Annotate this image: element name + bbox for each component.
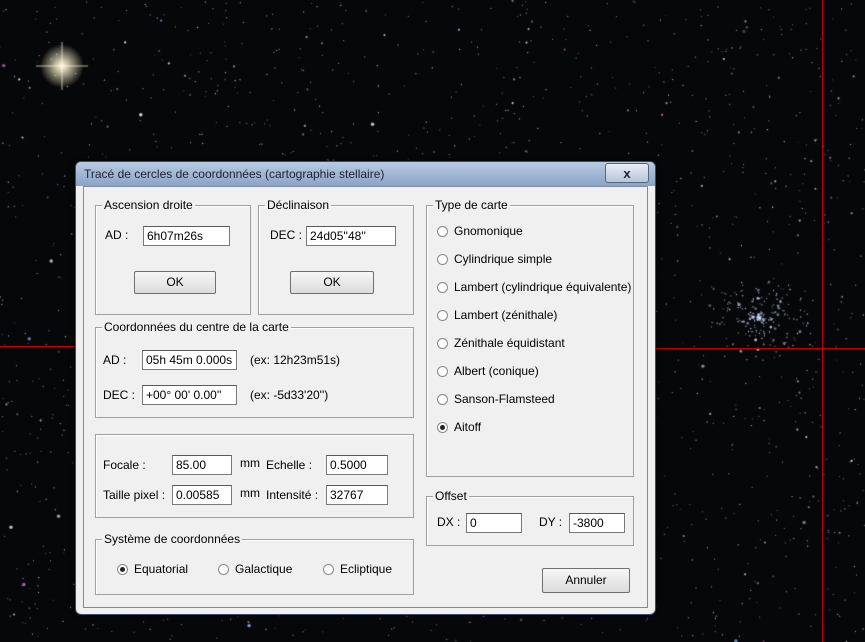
close-button[interactable]: x bbox=[605, 163, 649, 183]
radio-lambert-zenithale-label: Lambert (zénithale) bbox=[454, 308, 558, 322]
offset-dx-label: DX : bbox=[437, 515, 461, 529]
parameters-group: Focale : 85.00 mm Echelle : 0.5000 Taill… bbox=[95, 434, 414, 518]
radio-zenithale-equidistant-label: Zénithale équidistant bbox=[454, 336, 565, 350]
ascension-legend: Ascension droite bbox=[102, 198, 195, 212]
crosshair-horizontal-line-right bbox=[655, 348, 865, 349]
declinaison-legend: Déclinaison bbox=[265, 198, 332, 212]
crosshair-horizontal-line-left bbox=[0, 346, 76, 347]
centre-ad-input[interactable]: 05h 45m 0.000s bbox=[142, 350, 237, 370]
offset-group: Offset DX : 0 DY : -3800 bbox=[426, 489, 634, 546]
centre-dec-label: DEC : bbox=[103, 388, 136, 402]
radio-aitoff-dot bbox=[437, 421, 448, 433]
radio-ecliptique[interactable]: Ecliptique bbox=[323, 562, 392, 576]
declinaison-dec-label: DEC : bbox=[270, 228, 303, 242]
focale-label: Focale : bbox=[103, 458, 146, 472]
radio-albert-conique[interactable]: Albert (conique) bbox=[437, 364, 539, 378]
ascension-ad-input[interactable]: 6h07m26s bbox=[143, 226, 230, 246]
centre-ad-label: AD : bbox=[103, 353, 127, 367]
systeme-legend: Système de coordonnées bbox=[102, 532, 243, 546]
radio-gnomonique[interactable]: Gnomonique bbox=[437, 224, 523, 238]
centre-ad-example: (ex: 12h23m51s) bbox=[250, 353, 341, 367]
offset-dy-input[interactable]: -3800 bbox=[569, 513, 625, 533]
offset-dy-label: DY : bbox=[539, 515, 563, 529]
radio-gnomonique-dot bbox=[437, 225, 448, 237]
radio-cylindrique-simple-label: Cylindrique simple bbox=[454, 252, 553, 266]
cancel-button[interactable]: Annuler bbox=[542, 568, 630, 593]
taille-pixel-unit: mm bbox=[240, 486, 260, 500]
radio-ecliptique-dot bbox=[323, 563, 334, 575]
radio-zenithale-equidistant[interactable]: Zénithale équidistant bbox=[437, 336, 565, 350]
focale-unit: mm bbox=[240, 456, 260, 470]
centre-group: Coordonnées du centre de la carte AD : 0… bbox=[95, 320, 414, 418]
declinaison-ok-button[interactable]: OK bbox=[290, 271, 374, 294]
radio-galactique-label: Galactique bbox=[235, 562, 293, 576]
radio-equatorial-dot bbox=[117, 563, 128, 575]
ascension-ok-button[interactable]: OK bbox=[134, 271, 216, 294]
radio-cylindrique-simple-dot bbox=[437, 253, 448, 265]
radio-sanson-flamsteed-dot bbox=[437, 393, 448, 405]
ascension-ad-label: AD : bbox=[105, 228, 129, 242]
crosshair-vertical-line bbox=[822, 0, 823, 642]
radio-galactique-dot bbox=[218, 563, 229, 575]
radio-zenithale-equidistant-dot bbox=[437, 337, 448, 349]
focale-input[interactable]: 85.00 bbox=[172, 455, 232, 475]
close-icon: x bbox=[623, 165, 631, 181]
dialog-titlebar[interactable]: Tracé de cercles de coordonnées (cartogr… bbox=[76, 162, 655, 186]
type-carte-legend: Type de carte bbox=[433, 198, 510, 212]
declinaison-group: Déclinaison DEC : 24d05''48'' OK bbox=[258, 198, 414, 315]
echelle-label: Echelle : bbox=[266, 458, 313, 472]
offset-dx-input[interactable]: 0 bbox=[466, 513, 522, 533]
offset-legend: Offset bbox=[433, 489, 469, 503]
centre-dec-example: (ex: -5d33'20'') bbox=[250, 388, 329, 402]
radio-lambert-zenithale[interactable]: Lambert (zénithale) bbox=[437, 308, 557, 322]
radio-albert-conique-label: Albert (conique) bbox=[454, 364, 539, 378]
radio-aitoff-label: Aitoff bbox=[454, 420, 482, 434]
echelle-input[interactable]: 0.5000 bbox=[326, 455, 388, 475]
radio-cylindrique-simple[interactable]: Cylindrique simple bbox=[437, 252, 552, 266]
dialog-client-area: Ascension droite AD : 6h07m26s OK Déclin… bbox=[83, 186, 648, 608]
dialog-title: Tracé de cercles de coordonnées (cartogr… bbox=[84, 167, 385, 181]
taille-pixel-input[interactable]: 0.00585 bbox=[172, 485, 232, 505]
taille-pixel-label: Taille pixel : bbox=[103, 488, 166, 502]
intensite-input[interactable]: 32767 bbox=[326, 485, 388, 505]
centre-dec-input[interactable]: +00° 00' 0.00'' bbox=[142, 385, 237, 405]
radio-lambert-cylindrique-label: Lambert (cylindrique équivalente) bbox=[454, 280, 632, 294]
declinaison-dec-input[interactable]: 24d05''48'' bbox=[306, 226, 396, 246]
systeme-group: Système de coordonnées Equatorial Galact… bbox=[95, 532, 414, 595]
coordinate-circles-dialog: Tracé de cercles de coordonnées (cartogr… bbox=[75, 161, 656, 615]
radio-galactique[interactable]: Galactique bbox=[218, 562, 292, 576]
ascension-group: Ascension droite AD : 6h07m26s OK bbox=[95, 198, 251, 315]
radio-equatorial[interactable]: Equatorial bbox=[117, 562, 188, 576]
radio-lambert-cylindrique-dot bbox=[437, 281, 448, 293]
radio-gnomonique-label: Gnomonique bbox=[454, 224, 523, 238]
intensite-label: Intensité : bbox=[266, 488, 319, 502]
radio-equatorial-label: Equatorial bbox=[134, 562, 189, 576]
radio-lambert-cylindrique[interactable]: Lambert (cylindrique équivalente) bbox=[437, 280, 631, 294]
radio-aitoff[interactable]: Aitoff bbox=[437, 420, 481, 434]
radio-sanson-flamsteed[interactable]: Sanson-Flamsteed bbox=[437, 392, 555, 406]
radio-sanson-flamsteed-label: Sanson-Flamsteed bbox=[454, 392, 555, 406]
centre-legend: Coordonnées du centre de la carte bbox=[102, 320, 291, 334]
radio-albert-conique-dot bbox=[437, 365, 448, 377]
type-carte-group: Type de carte Gnomonique Cylindrique sim… bbox=[426, 198, 634, 477]
radio-ecliptique-label: Ecliptique bbox=[340, 562, 393, 576]
radio-lambert-zenithale-dot bbox=[437, 309, 448, 321]
